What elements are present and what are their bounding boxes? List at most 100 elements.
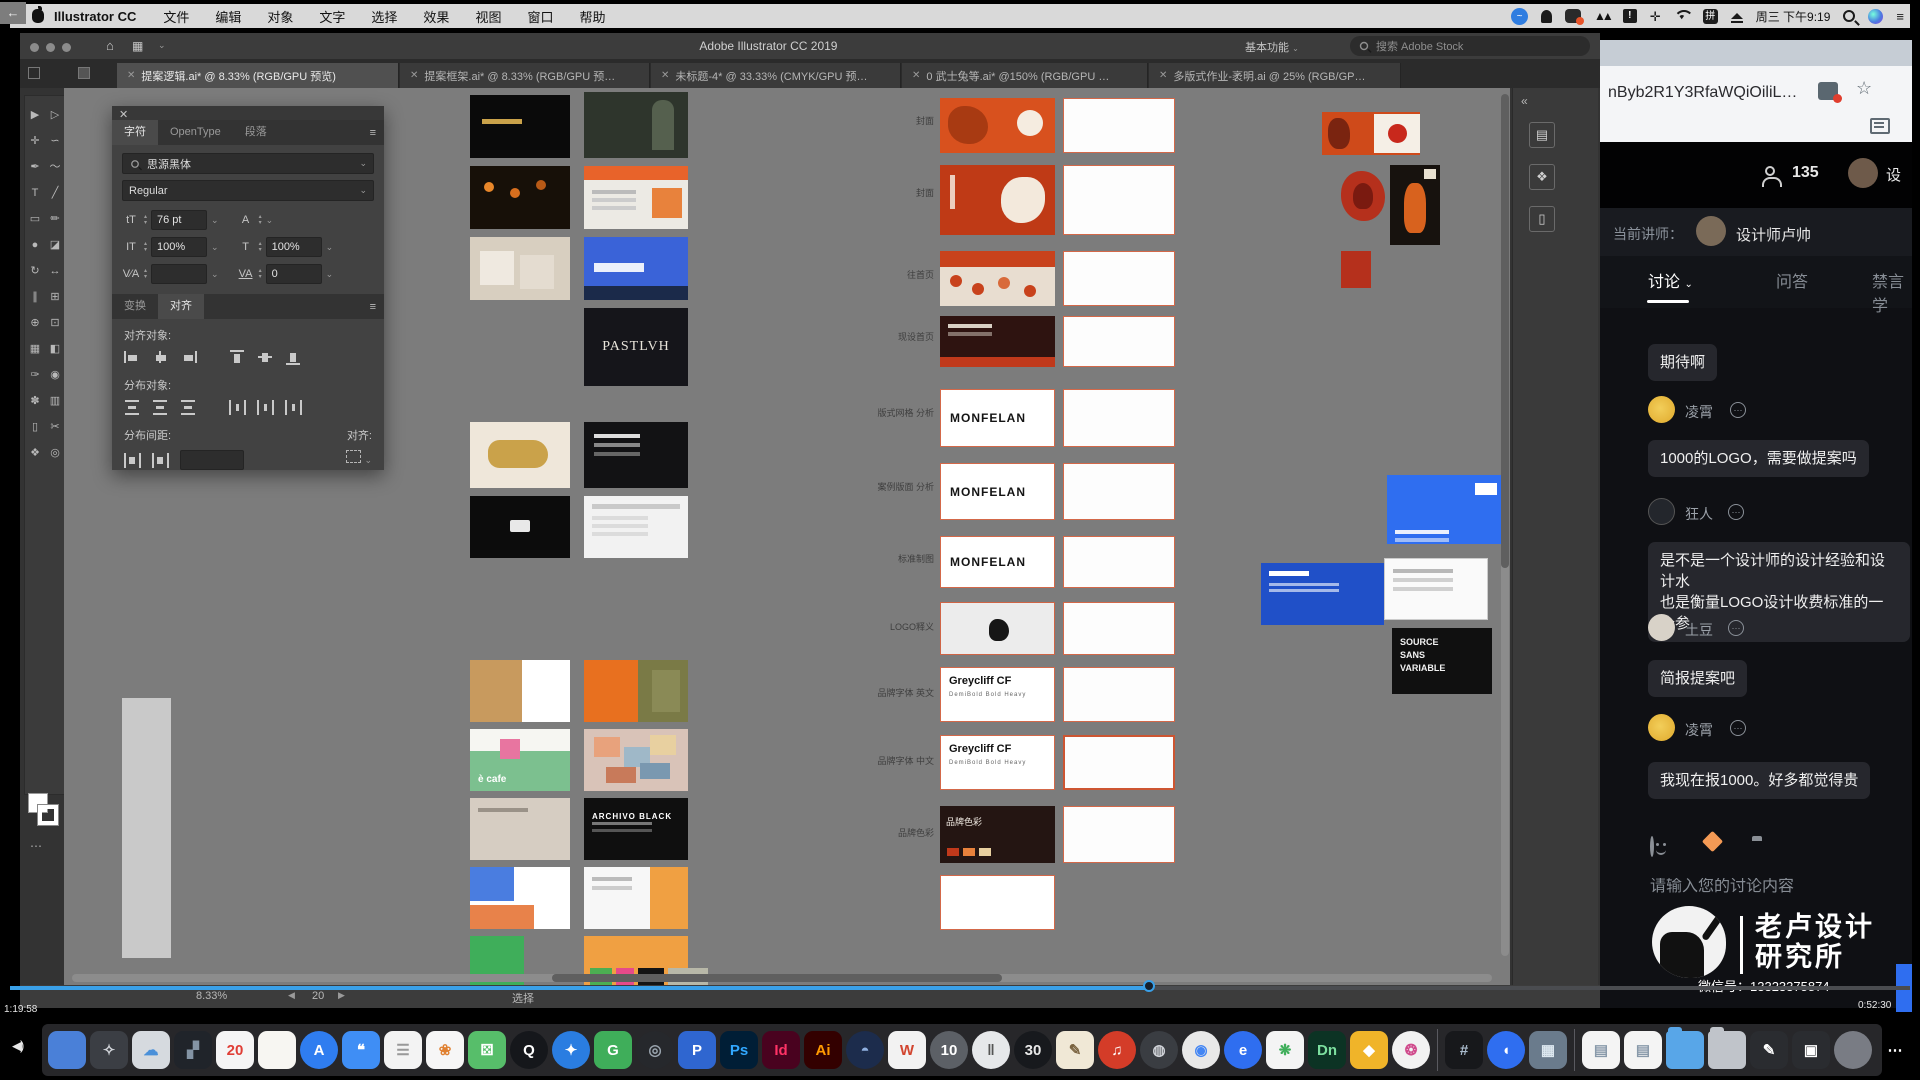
- document-tab[interactable]: ✕ 多版式作业-袤明.ai @ 25% (RGB/GP…: [1149, 63, 1401, 88]
- layers-panel-icon[interactable]: ❖: [1529, 164, 1555, 190]
- width-tool[interactable]: ∥: [25, 284, 45, 310]
- dock-icon-trash[interactable]: [1834, 1031, 1872, 1069]
- menubar-menu-item[interactable]: 选择: [371, 10, 397, 25]
- dock-icon-cloud-app[interactable]: ☁: [132, 1031, 170, 1069]
- artboard[interactable]: [940, 602, 1055, 655]
- slice-tool[interactable]: ✂: [45, 414, 65, 440]
- graph-tool[interactable]: ▥: [45, 388, 65, 414]
- panel-close-icon[interactable]: ✕: [119, 108, 128, 121]
- horizontal-scrollbar[interactable]: [72, 974, 1492, 982]
- dock-icon-doc-file-2[interactable]: ▤: [1624, 1031, 1662, 1069]
- document-tab[interactable]: ✕ 未标题-4* @ 33.33% (CMYK/GPU 预…: [651, 63, 901, 88]
- active-app-name[interactable]: Illustrator CC: [54, 9, 136, 24]
- more-icon[interactable]: ⋯: [1730, 720, 1746, 736]
- direct-selection-tool[interactable]: ▷: [45, 102, 65, 128]
- artboard-thumbnail[interactable]: [470, 95, 570, 158]
- alert-app-icon[interactable]: !: [1623, 9, 1637, 23]
- dock-icon-indesign[interactable]: Id: [762, 1031, 800, 1069]
- tracking-input[interactable]: 0: [266, 264, 322, 284]
- artboard[interactable]: [940, 251, 1055, 306]
- eraser-tool[interactable]: ◪: [45, 232, 65, 258]
- rectangle-tool[interactable]: ▭: [25, 206, 45, 232]
- artboard-thumbnail[interactable]: [584, 867, 688, 929]
- artboard[interactable]: [940, 98, 1055, 153]
- browser-tab-strip[interactable]: [1600, 40, 1912, 66]
- dock-icon-folder-gray[interactable]: [1708, 1031, 1746, 1069]
- artboard-thumbnail[interactable]: [584, 237, 688, 300]
- horizontal-scrollbar-thumb[interactable]: [552, 974, 1002, 982]
- dock-icon-notes[interactable]: [258, 1031, 296, 1069]
- artboard[interactable]: MONFELAN: [940, 536, 1055, 588]
- artboard[interactable]: [1063, 98, 1175, 153]
- artboard-thumbnail[interactable]: PASTLVH: [584, 308, 688, 386]
- chat-input[interactable]: [1650, 878, 1880, 896]
- document-tab[interactable]: ✕ 提案框架.ai* @ 8.33% (RGB/GPU 预…: [400, 63, 650, 88]
- document-tab[interactable]: ✕ 0 武士兔等.ai* @150% (RGB/GPU …: [902, 63, 1148, 88]
- artboard-thumbnail[interactable]: [584, 92, 688, 158]
- tab-transform[interactable]: 变换: [112, 294, 158, 319]
- pencil-tool[interactable]: ✏: [45, 206, 65, 232]
- close-icon[interactable]: ✕: [1159, 70, 1167, 81]
- artboard[interactable]: [1063, 536, 1175, 588]
- artboard-thumbnail[interactable]: [584, 660, 688, 722]
- dock-icon-c4d[interactable]: ◓: [846, 1031, 884, 1069]
- stepper[interactable]: ▴▾: [259, 241, 262, 253]
- dock-icon-netease-music[interactable]: ♫: [1098, 1031, 1136, 1069]
- dock-icon-wechat[interactable]: ⚄: [468, 1031, 506, 1069]
- artboard[interactable]: [1063, 389, 1175, 447]
- artboard-nav-next-icon[interactable]: ▶: [338, 990, 345, 1001]
- artboard[interactable]: MONFELAN: [940, 463, 1055, 520]
- artboards-panel-icon[interactable]: ▯: [1529, 206, 1555, 232]
- align-bottom-icon[interactable]: [285, 350, 302, 365]
- dock-icon-folder-blue[interactable]: [1666, 1031, 1704, 1069]
- menubar-menu-item[interactable]: 视图: [475, 10, 501, 25]
- panel-menu-icon[interactable]: ≡: [370, 301, 376, 313]
- workspace-switcher[interactable]: 基本功能 ⌄: [1245, 39, 1299, 55]
- align-to-selector[interactable]: ⌄: [346, 450, 372, 466]
- distribute-right-icon[interactable]: [285, 400, 302, 415]
- artboard-thumbnail[interactable]: [1322, 112, 1420, 155]
- dock-icon-photos[interactable]: ❀: [426, 1031, 464, 1069]
- wifi-icon[interactable]: [1674, 10, 1690, 22]
- dock-icon-obs[interactable]: ◍: [1140, 1031, 1178, 1069]
- more-icon[interactable]: ⋯: [1728, 620, 1744, 636]
- dock-icon-qq[interactable]: Q: [510, 1031, 548, 1069]
- input-method-icon[interactable]: 拼: [1703, 9, 1718, 24]
- reading-list-icon[interactable]: [1870, 118, 1890, 134]
- artboard[interactable]: Greycliff CF DemiBold Bold Heavy: [940, 735, 1055, 790]
- artboard-thumbnail[interactable]: è cafe: [470, 729, 570, 791]
- back-button[interactable]: ←: [0, 2, 26, 24]
- artboard-tool[interactable]: ▯: [25, 414, 45, 440]
- video-progress-handle[interactable]: [1143, 980, 1155, 992]
- shape-builder-tool[interactable]: ⊕: [25, 310, 45, 336]
- pen-tool[interactable]: ✒: [25, 154, 45, 180]
- dock-icon-reminders[interactable]: ☰: [384, 1031, 422, 1069]
- stream-video-strip[interactable]: 135 设: [1600, 142, 1912, 208]
- eject-icon[interactable]: [1731, 13, 1743, 19]
- dock-icon-dock-more[interactable]: ⋯: [1876, 1031, 1914, 1069]
- artboard[interactable]: [1063, 251, 1175, 306]
- dock-icon-colorsync[interactable]: ❂: [1392, 1031, 1430, 1069]
- tab-opentype[interactable]: OpenType: [158, 120, 233, 145]
- distribute-h-spacing-icon[interactable]: [124, 453, 141, 468]
- toolbar-more-icon[interactable]: ⋯: [30, 839, 44, 853]
- blend-tool[interactable]: ◉: [45, 362, 65, 388]
- panel-menu-icon[interactable]: ≡: [370, 127, 376, 139]
- window-minimize-button[interactable]: [46, 43, 55, 52]
- artboard[interactable]: [1063, 463, 1175, 520]
- artboard-thumbnail[interactable]: [1341, 171, 1385, 221]
- messenger-icon[interactable]: ~: [1511, 8, 1528, 25]
- curvature-tool[interactable]: ～: [45, 154, 65, 180]
- distribute-v-center-icon[interactable]: [152, 400, 169, 415]
- artboard-thumbnail[interactable]: [1384, 558, 1488, 620]
- address-bar[interactable]: nByb2R1Y3RfaWQiOiliL…: [1608, 84, 1808, 102]
- dock-icon-illustrator[interactable]: Ai: [804, 1031, 842, 1069]
- dock-icon-messages[interactable]: ❝: [342, 1031, 380, 1069]
- artboard[interactable]: [1063, 602, 1175, 655]
- gradient-tool[interactable]: ◧: [45, 336, 65, 362]
- artboard[interactable]: [1063, 316, 1175, 367]
- dock-icon-lamp-app[interactable]: ‖: [972, 1031, 1010, 1069]
- vertical-scale-input[interactable]: 100%: [151, 237, 207, 257]
- bookmark-star-icon[interactable]: ☆: [1856, 78, 1872, 99]
- move-arrows-icon[interactable]: ✛: [1650, 10, 1661, 23]
